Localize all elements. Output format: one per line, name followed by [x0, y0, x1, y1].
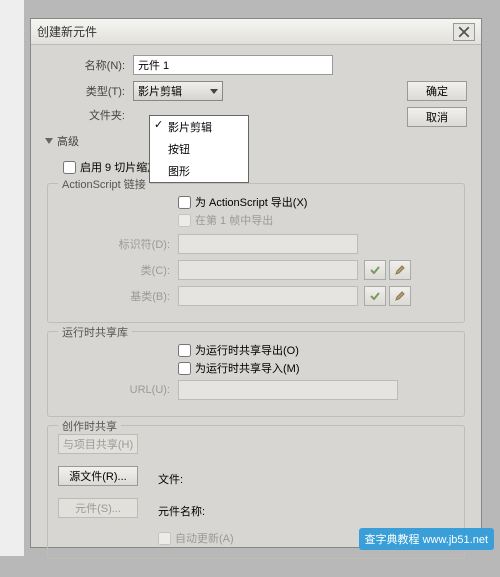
name-label: 名称(N):	[45, 57, 133, 73]
runtime-import-checkbox[interactable]	[178, 362, 191, 375]
file-label: 文件:	[158, 471, 183, 487]
class-label: 类(C):	[58, 262, 178, 278]
autoupdate-checkbox	[158, 532, 171, 545]
runtime-group: 运行时共享库 为运行时共享导出(O) 为运行时共享导入(M) URL(U):	[47, 331, 465, 417]
identifier-label: 标识符(D):	[58, 236, 178, 252]
slice9-checkbox[interactable]	[63, 161, 76, 174]
close-button[interactable]	[453, 23, 475, 41]
as-export-checkbox[interactable]	[178, 196, 191, 209]
url-label: URL(U):	[58, 384, 178, 396]
runtime-title: 运行时共享库	[58, 324, 132, 340]
type-dropdown: 影片剪辑 按钮 图形	[149, 115, 249, 183]
class-input	[178, 260, 358, 280]
class-edit-button[interactable]	[389, 260, 411, 280]
chevron-down-icon	[210, 89, 218, 94]
dropdown-item-button[interactable]: 按钮	[150, 138, 248, 160]
actionscript-group: ActionScript 链接 为 ActionScript 导出(X) 在第 …	[47, 183, 465, 323]
triangle-down-icon	[45, 138, 53, 144]
author-title: 创作时共享	[58, 418, 121, 434]
as-frame1-checkbox	[178, 214, 191, 227]
type-label: 类型(T):	[45, 83, 133, 99]
dropdown-item-movieclip[interactable]: 影片剪辑	[150, 116, 248, 138]
watermark: 查字典教程 www.jb51.net	[359, 528, 494, 550]
runtime-export-checkbox[interactable]	[178, 344, 191, 357]
symbol-button: 元件(S)...	[58, 498, 138, 518]
type-select[interactable]: 影片剪辑	[133, 81, 223, 101]
actionscript-title: ActionScript 链接	[58, 176, 150, 192]
identifier-input	[178, 234, 358, 254]
create-symbol-dialog: 创建新元件 确定 取消 名称(N): 类型(T): 影片剪辑 文件夹: 影片剪辑…	[30, 18, 482, 548]
pencil-icon	[394, 264, 406, 276]
advanced-section-toggle[interactable]: 高级	[45, 133, 467, 149]
name-input[interactable]	[133, 55, 333, 75]
symbol-name-label: 元件名称:	[158, 503, 205, 519]
class-check-button[interactable]	[364, 260, 386, 280]
baseclass-label: 基类(B):	[58, 288, 178, 304]
url-input	[178, 380, 398, 400]
ok-button[interactable]: 确定	[407, 81, 467, 101]
base-edit-button[interactable]	[389, 286, 411, 306]
titlebar: 创建新元件	[31, 19, 481, 45]
autoupdate-label: 自动更新(A)	[175, 530, 234, 546]
share-project-button: 与项目共享(H)	[58, 434, 138, 454]
baseclass-input	[178, 286, 358, 306]
folder-label: 文件夹:	[45, 107, 133, 123]
check-icon	[369, 290, 381, 302]
base-check-button[interactable]	[364, 286, 386, 306]
cancel-button[interactable]: 取消	[407, 107, 467, 127]
check-icon	[369, 264, 381, 276]
close-icon	[458, 26, 470, 38]
source-file-button[interactable]: 源文件(R)...	[58, 466, 138, 486]
dialog-title: 创建新元件	[37, 23, 453, 40]
dropdown-item-graphic[interactable]: 图形	[150, 160, 248, 182]
pencil-icon	[394, 290, 406, 302]
